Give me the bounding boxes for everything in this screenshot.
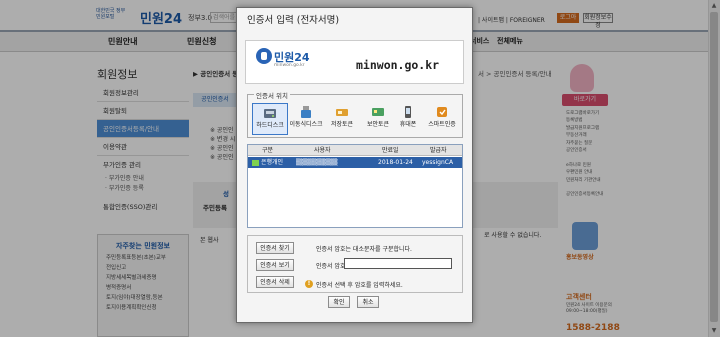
cert-issuer: yessignCA bbox=[422, 159, 454, 166]
password-hint: 인증서 선택 후 암호를 입력하세요. bbox=[316, 282, 403, 289]
usb-drive-icon bbox=[301, 106, 311, 118]
location-label: 휴대폰 bbox=[399, 121, 417, 128]
banner-logo-sub: minwon.go.kr bbox=[274, 63, 305, 68]
location-smart-auth[interactable]: 스마트인증 bbox=[424, 103, 460, 135]
cert-expiry: 2018-01-24 bbox=[378, 159, 413, 166]
location-mobile[interactable]: 휴대폰 bbox=[390, 103, 426, 135]
find-cert-button[interactable]: 인증서 찾기 bbox=[256, 242, 294, 254]
location-label: 저장토큰 bbox=[330, 121, 354, 128]
info-icon: ! bbox=[305, 280, 313, 288]
delete-cert-button[interactable]: 인증서 삭제 bbox=[256, 276, 294, 288]
col-issuer[interactable]: 발급자 bbox=[430, 145, 470, 156]
smartcard-icon bbox=[372, 108, 384, 116]
hard-disk-icon bbox=[264, 109, 276, 118]
banner-url: minwon.go.kr bbox=[356, 58, 440, 72]
location-group-label: 인증서 위치 bbox=[254, 90, 290, 100]
location-label: 하드디스크 bbox=[256, 122, 284, 129]
password-label: 인증서 암호 bbox=[316, 263, 346, 270]
location-storage-token[interactable]: 저장토큰 bbox=[324, 103, 360, 135]
minwon-logo-icon bbox=[256, 48, 272, 64]
location-removable-disk[interactable]: 이동식디스크 bbox=[288, 103, 324, 135]
table-header: 구분 사용자 만료일 발급자 bbox=[248, 145, 462, 156]
col-type[interactable]: 구분 bbox=[262, 145, 302, 156]
location-hard-disk[interactable]: 하드디스크 bbox=[252, 103, 288, 135]
dialog-title: 인증서 입력 (전자서명) bbox=[247, 15, 340, 26]
certificate-dialog: 인증서 입력 (전자서명) 민원24 minwon.go.kr minwon.g… bbox=[236, 7, 473, 323]
ok-button[interactable]: 확인 bbox=[328, 296, 350, 308]
cert-type: 은행개인 bbox=[261, 159, 284, 166]
location-group: 하드디스크 이동식디스크 저장토큰 보안토큰 휴대폰 스마트인증 bbox=[247, 94, 463, 138]
col-user[interactable]: 사용자 bbox=[314, 145, 384, 156]
cert-user: ▒▒▒▒▒▒▒▒▒ bbox=[296, 159, 338, 166]
certificate-list: 구분 사용자 만료일 발급자 은행개인 ▒▒▒▒▒▒▒▒▒ 2018-01-24… bbox=[247, 144, 463, 228]
view-cert-button[interactable]: 인증서 보기 bbox=[256, 259, 294, 271]
mobile-phone-icon bbox=[405, 106, 411, 118]
cancel-button[interactable]: 취소 bbox=[357, 296, 379, 308]
case-sensitive-note: 인증서 암호는 대소문자를 구분합니다. bbox=[316, 246, 412, 253]
dialog-banner: 민원24 minwon.go.kr minwon.go.kr bbox=[245, 40, 464, 84]
location-label: 스마트인증 bbox=[428, 121, 456, 128]
location-label: 이동식디스크 bbox=[289, 121, 323, 128]
table-row[interactable]: 은행개인 ▒▒▒▒▒▒▒▒▒ 2018-01-24 yessignCA bbox=[248, 157, 462, 168]
security-token-icon bbox=[336, 109, 348, 116]
password-input[interactable] bbox=[344, 258, 452, 269]
smart-auth-icon bbox=[437, 107, 447, 117]
cert-actions: 인증서 찾기 인증서 보기 인증서 삭제 인증서 암호는 대소문자를 구분합니다… bbox=[247, 235, 463, 293]
cert-type-cell: 은행개인 bbox=[252, 157, 292, 168]
col-expiry[interactable]: 만료일 bbox=[382, 145, 424, 156]
certificate-icon bbox=[252, 159, 259, 166]
